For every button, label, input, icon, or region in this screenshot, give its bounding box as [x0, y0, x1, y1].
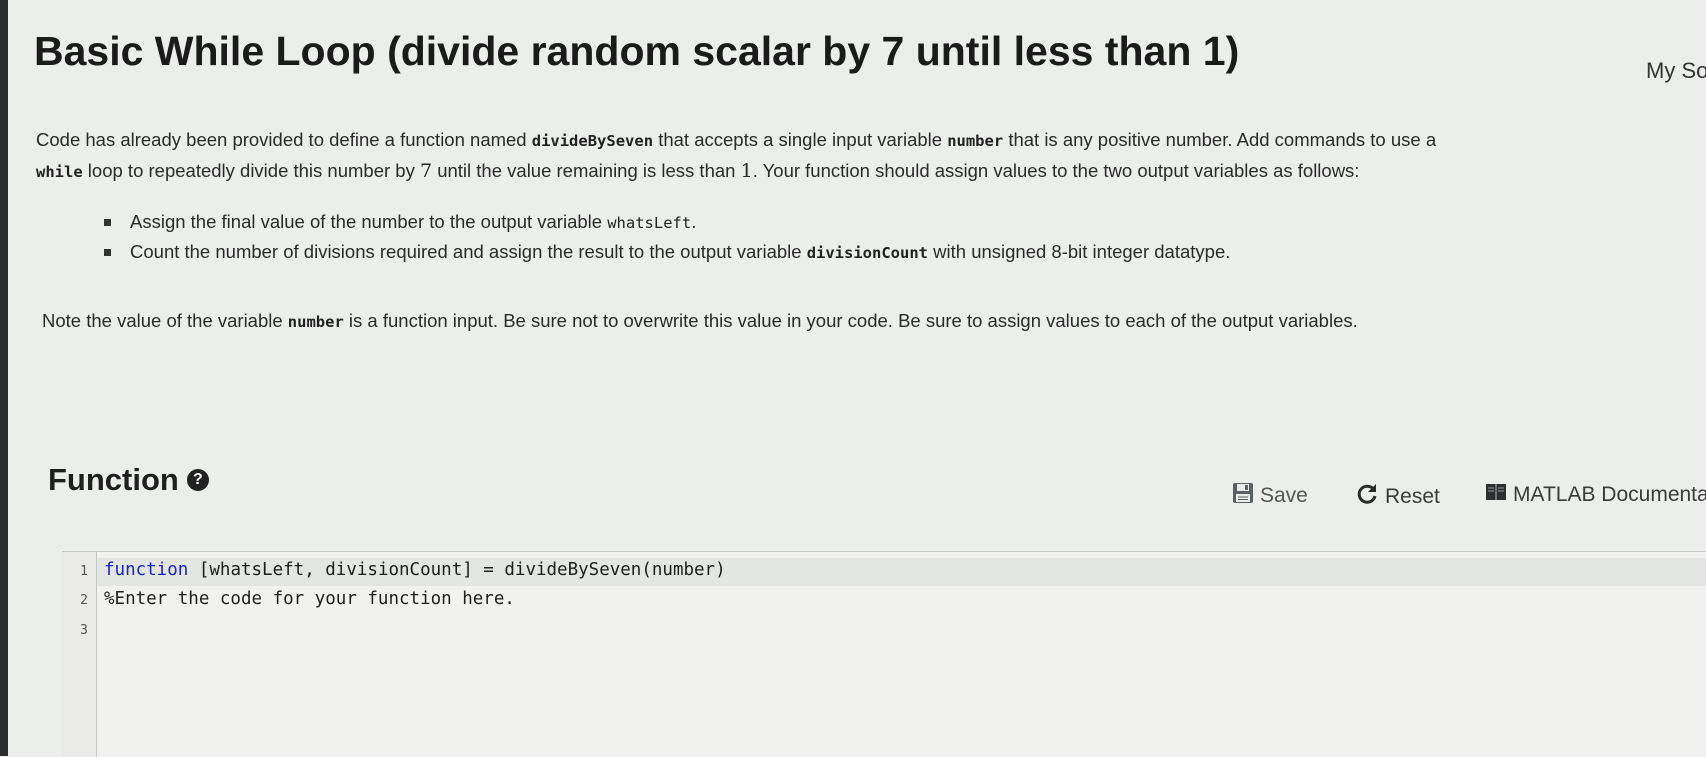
- number-one: 1: [740, 160, 753, 182]
- save-button[interactable]: Save: [1232, 482, 1308, 510]
- list-item: Count the number of divisions required a…: [98, 237, 1230, 267]
- book-icon: [1485, 482, 1507, 508]
- line-number-gutter: 1 2 3: [62, 552, 97, 757]
- documentation-label: MATLAB Documenta: [1513, 483, 1706, 506]
- number-seven: 7: [419, 160, 433, 182]
- code-editor[interactable]: 1 2 3 function [whatsLeft, divisionCount…: [62, 551, 1706, 757]
- note-text: Note the value of the variable number is…: [42, 310, 1358, 331]
- inline-code-function-name: divideBySeven: [531, 132, 654, 150]
- question-circle-icon[interactable]: ?: [186, 469, 209, 491]
- matlab-documentation-link[interactable]: MATLAB Documenta: [1485, 482, 1706, 508]
- description-line-1: Code has already been provided to define…: [36, 129, 1437, 150]
- page-title: Basic While Loop (divide random scalar b…: [34, 28, 1240, 74]
- my-solutions-link[interactable]: My So: [1646, 58, 1706, 84]
- line-number: 2: [80, 593, 88, 608]
- description-line-2: while loop to repeatedly divide this num…: [36, 160, 1360, 182]
- save-label: Save: [1260, 484, 1308, 507]
- requirements-list: Assign the final value of the number to …: [98, 207, 1230, 267]
- inline-code-output-var: whatsLeft: [607, 214, 692, 232]
- inline-code-input-var: number: [947, 132, 1004, 150]
- line-number: 1: [80, 564, 88, 579]
- problem-description: Code has already been provided to define…: [36, 125, 1696, 187]
- window-left-edge: [0, 0, 8, 756]
- inline-code-while: while: [36, 163, 83, 181]
- reset-label: Reset: [1385, 485, 1440, 508]
- inline-code-output-var: divisionCount: [806, 244, 929, 262]
- inline-code-input-var: number: [287, 313, 344, 331]
- line-number: 3: [80, 623, 88, 638]
- keyword-function: function: [104, 560, 189, 580]
- floppy-disk-icon: [1232, 482, 1254, 510]
- code-line-1: function [whatsLeft, divisionCount] = di…: [104, 560, 726, 580]
- problem-page: Basic While Loop (divide random scalar b…: [8, 0, 1706, 757]
- reset-arrow-icon: [1355, 482, 1379, 512]
- list-item: Assign the final value of the number to …: [98, 207, 1230, 237]
- reset-button[interactable]: Reset: [1355, 482, 1440, 512]
- function-section-heading: Function ?: [48, 462, 209, 498]
- code-line-2[interactable]: %Enter the code for your function here.: [104, 589, 515, 609]
